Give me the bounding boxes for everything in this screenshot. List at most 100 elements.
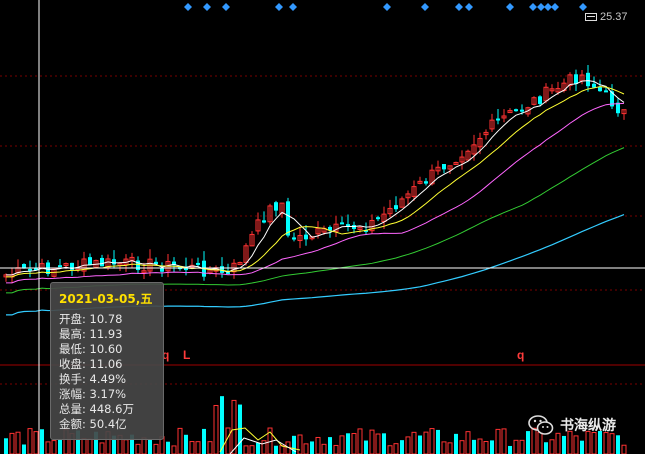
volume-bar bbox=[387, 445, 393, 454]
volume-bar bbox=[616, 435, 620, 454]
volume-bar bbox=[141, 437, 147, 454]
volume-bar bbox=[303, 443, 309, 454]
volume-bar bbox=[99, 442, 105, 454]
event-diamond-icon bbox=[465, 3, 473, 11]
volume-bar bbox=[436, 429, 440, 454]
volume-bar bbox=[508, 445, 512, 454]
candle-body bbox=[394, 205, 398, 210]
event-diamond-icon bbox=[506, 3, 514, 11]
volume-bar bbox=[4, 438, 8, 454]
volume-bar bbox=[375, 433, 381, 454]
watermark: 书海纵游 bbox=[528, 414, 616, 436]
volume-bar bbox=[256, 442, 260, 454]
volume-bar bbox=[40, 429, 44, 454]
candle-body bbox=[58, 265, 62, 268]
tooltip-open: 开盘: 10.78 bbox=[59, 312, 123, 326]
tooltip-volume: 总量: 448.6万 bbox=[59, 402, 134, 416]
event-diamond-icon bbox=[275, 3, 283, 11]
volume-bar bbox=[549, 439, 555, 454]
tooltip-change: 涨幅: 3.17% bbox=[59, 387, 127, 401]
event-diamond-icon bbox=[544, 3, 552, 11]
event-diamond-icon bbox=[203, 3, 211, 11]
candle-body bbox=[574, 74, 578, 85]
candle-body bbox=[28, 268, 32, 271]
volume-bar bbox=[58, 439, 62, 454]
volume-bar bbox=[459, 440, 465, 454]
volume-bar bbox=[243, 445, 249, 454]
candle-body bbox=[424, 181, 428, 184]
volume-bar bbox=[562, 435, 566, 454]
volume-bar bbox=[465, 431, 471, 454]
price-flag-icon bbox=[585, 13, 597, 21]
volume-bar bbox=[45, 441, 51, 454]
volume-bar bbox=[609, 433, 615, 454]
volume-bar bbox=[400, 440, 404, 454]
volume-bar bbox=[123, 439, 129, 454]
candle-body bbox=[286, 201, 290, 236]
volume-bar bbox=[213, 404, 219, 454]
candle-body bbox=[112, 259, 116, 265]
volume-bar bbox=[15, 431, 21, 454]
event-diamond-icon bbox=[537, 3, 545, 11]
candle-body bbox=[196, 262, 200, 265]
candle-body bbox=[442, 164, 446, 170]
volume-bar bbox=[51, 440, 57, 454]
volume-bar bbox=[333, 444, 339, 454]
candle-body bbox=[604, 90, 608, 93]
event-diamond-icon bbox=[383, 3, 391, 11]
volume-bar bbox=[429, 428, 435, 454]
volume-bar bbox=[225, 427, 231, 454]
event-diamond-icon bbox=[421, 3, 429, 11]
candle-body bbox=[592, 83, 596, 88]
event-diamond-icon bbox=[529, 3, 537, 11]
event-diamond-icon bbox=[289, 3, 297, 11]
volume-bar bbox=[477, 438, 483, 454]
candle-body bbox=[352, 225, 356, 229]
tooltip-date: 2021-03-05,五 bbox=[59, 292, 153, 306]
volume-bar bbox=[195, 441, 201, 454]
tooltip-close: 收盘: 11.06 bbox=[59, 357, 123, 371]
volume-bar bbox=[447, 442, 453, 454]
candle-info-tooltip: 2021-03-05,五 开盘: 10.78 最高: 11.93 最低: 10.… bbox=[50, 282, 164, 440]
volume-bar bbox=[472, 439, 476, 454]
tooltip-turnover: 换手: 4.49% bbox=[59, 372, 127, 386]
volume-bar bbox=[346, 433, 350, 454]
event-diamond-icon bbox=[551, 3, 559, 11]
volume-bar bbox=[405, 436, 411, 454]
volume-bar bbox=[231, 399, 237, 454]
volume-bar bbox=[501, 428, 507, 454]
volume-bar bbox=[621, 444, 627, 454]
candle-body bbox=[274, 202, 278, 211]
candle-body bbox=[496, 118, 500, 121]
candle-body bbox=[514, 109, 518, 112]
volume-bar bbox=[454, 433, 458, 454]
volume-bar bbox=[351, 433, 357, 454]
volume-bar bbox=[364, 440, 368, 454]
event-diamond-icon bbox=[579, 3, 587, 11]
volume-bar bbox=[189, 441, 195, 454]
volume-bar bbox=[81, 438, 87, 454]
volume-bar bbox=[555, 432, 561, 454]
volume-bar bbox=[274, 445, 278, 454]
candle-body bbox=[262, 220, 266, 223]
volume-bar bbox=[339, 435, 345, 454]
volume-bar bbox=[33, 431, 39, 454]
volume-bar bbox=[573, 435, 579, 454]
volume-bar bbox=[519, 439, 525, 454]
volume-bar bbox=[411, 431, 417, 454]
volume-bar bbox=[369, 429, 375, 454]
candle-body bbox=[538, 96, 542, 104]
volume-bar bbox=[328, 437, 332, 454]
volume-bar bbox=[148, 439, 152, 454]
volume-bar bbox=[580, 440, 584, 454]
volume-bar bbox=[202, 428, 206, 454]
volume-bar bbox=[177, 427, 183, 454]
event-diamond-icon bbox=[184, 3, 192, 11]
tooltip-low: 最低: 10.60 bbox=[59, 342, 123, 356]
volume-bar bbox=[166, 441, 170, 454]
volume-bar bbox=[418, 435, 422, 454]
volume-bar bbox=[9, 432, 15, 454]
candle-body bbox=[598, 87, 602, 92]
candle-body bbox=[586, 72, 590, 87]
volume-bar bbox=[207, 441, 213, 454]
